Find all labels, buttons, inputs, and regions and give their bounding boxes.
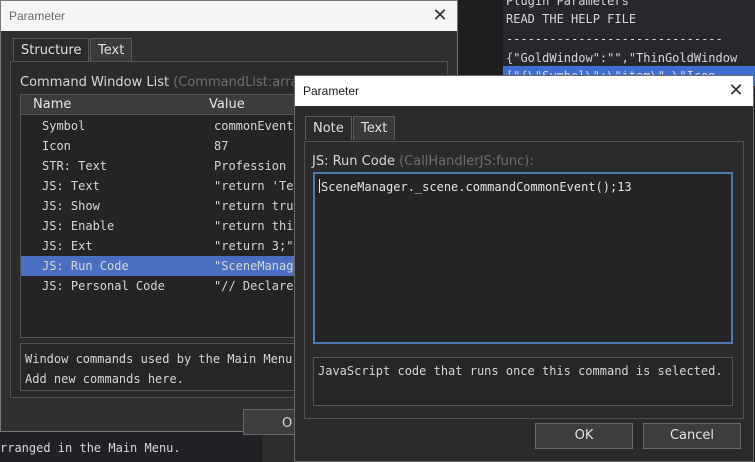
list-caption-hint: (CommandList:arra [173,75,299,90]
row-value: "return 'Tex [214,179,301,193]
row-value: Profession [214,159,287,173]
window-titlebar: Parameter ✕ [295,76,753,106]
table-row[interactable]: JS: Show "return true [21,196,309,216]
table-row[interactable]: Icon 87 [21,136,309,156]
row-name: JS: Ext [42,239,93,253]
list-header: Name Value [21,95,309,115]
list-caption-label: Command Window List [20,75,170,90]
row-value: commonEvent3 [214,119,301,133]
background-help-text: rranged in the Main Menu. [0,441,181,455]
description-line: Add new commands here. [25,372,184,386]
table-row[interactable]: STR: Text Profession [21,156,309,176]
background-line: {"GoldWindow":"","ThinGoldWindow [506,51,738,65]
code-caption-label: JS: Run Code [312,154,395,169]
row-name: JS: Enable [42,219,115,233]
row-name: JS: Show [42,199,100,213]
table-row[interactable]: JS: Run Code "SceneManage [21,256,309,276]
tab-text[interactable]: Text [353,116,396,140]
table-row[interactable]: JS: Personal Code "// Declare [21,276,309,296]
table-row[interactable]: Symbol commonEvent3 [21,116,309,136]
row-name: JS: Personal Code [42,279,165,293]
command-list[interactable]: Name Value Symbol commonEvent3 Icon 87 STR: … [20,94,310,338]
code-caption: JS: Run Code (CallHandlerJS:func): [312,154,534,169]
row-name: JS: Run Code [42,259,129,273]
code-text[interactable]: SceneManager._scene.commandCommonEvent()… [321,180,632,194]
row-name: STR: Text [42,159,108,173]
background-line: READ THE HELP FILE [506,12,637,26]
row-value: "return this [214,219,301,233]
window-titlebar: Parameter ✕ [1,1,457,31]
tab-structure[interactable]: Structure [13,38,90,62]
row-value: "return true [214,199,301,213]
row-name: Icon [42,139,71,153]
column-header-name[interactable]: Name [33,97,71,112]
table-row[interactable]: JS: Text "return 'Tex [21,176,309,196]
row-value: "return 3;" [214,239,294,253]
tab-text[interactable]: Text [90,38,133,62]
column-header-value[interactable]: Value [209,97,245,112]
row-value: "// Declare [214,279,294,293]
row-name: Symbol [42,119,86,133]
table-row[interactable]: JS: Enable "return this [21,216,309,236]
text-caret [319,179,320,193]
list-description: Window commands used by the Main Menu. A… [20,343,300,391]
table-row[interactable]: JS: Ext "return 3;" [21,236,309,256]
row-name: JS: Text [42,179,100,193]
tab-note[interactable]: Note [305,116,352,140]
window-title: Parameter [9,9,66,23]
parameter-window-code: Parameter ✕ Note Text JS: Run Code (Call… [294,75,754,462]
code-description: JavaScript code that runs once this comm… [313,357,733,406]
row-value: 87 [214,139,229,153]
close-icon[interactable]: ✕ [719,76,753,106]
cancel-button[interactable]: Cancel [643,423,741,449]
row-value: "SceneManage [214,259,301,273]
code-caption-hint: (CallHandlerJS:func): [399,154,534,169]
window-title: Parameter [303,84,360,98]
close-icon[interactable]: ✕ [423,1,457,31]
ok-button[interactable]: OK [535,423,633,449]
list-caption: Command Window List (CommandList:arra [20,75,299,90]
code-editor[interactable]: SceneManager._scene.commandCommonEvent()… [313,172,733,344]
description-line: Window commands used by the Main Menu. [25,352,300,366]
background-line: ------------------------------ [506,32,723,46]
background-line: Plugin Parameters [506,0,629,8]
